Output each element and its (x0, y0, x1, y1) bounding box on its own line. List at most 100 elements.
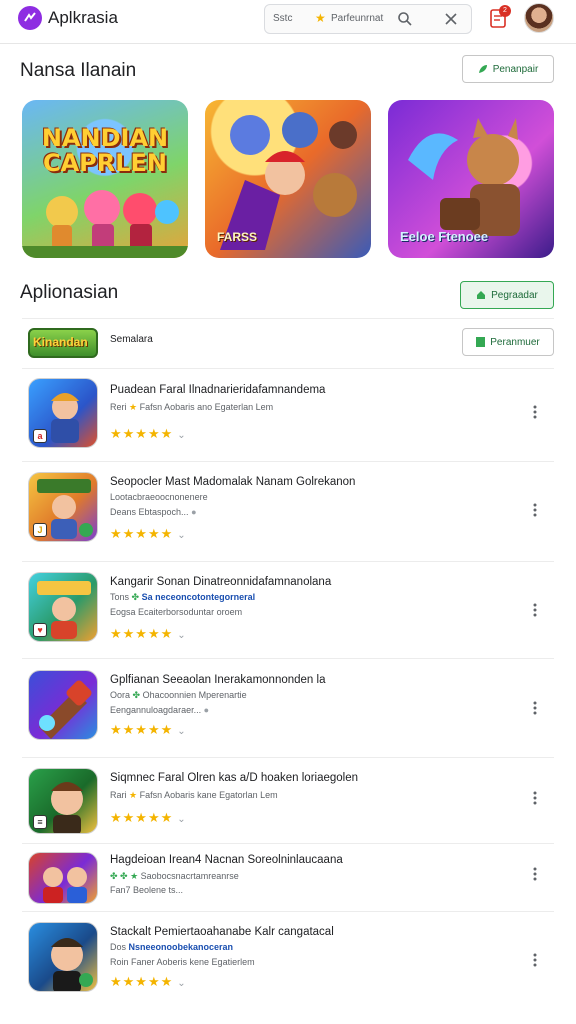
more-options-icon[interactable] (530, 404, 540, 420)
app-list-item[interactable]: Stackalt Pemiertaoahanabe Kalr cangataca… (22, 918, 554, 998)
notification-badge: 2 (499, 5, 511, 17)
search-filter-label[interactable]: Parfeunrnat (331, 13, 383, 24)
app-icon: J (28, 472, 98, 542)
star-icon: ★ (129, 402, 140, 412)
chevron-down-icon: ⌄ (177, 430, 187, 441)
close-icon[interactable] (443, 11, 459, 27)
app-meta: Dos Nsneeonoobekanoceran (110, 942, 233, 952)
app-meta: Reri ★ Fafsn Aobaris ano Egaterlan Lem (110, 402, 273, 413)
rating-stars: ★★★★★ (110, 974, 174, 989)
app-meta-text: Fafsn Aobaris ano Egaterlan Lem (139, 402, 274, 412)
more-options-icon[interactable] (530, 952, 540, 968)
star-icon: ★ (129, 790, 140, 800)
search-icon[interactable] (397, 11, 413, 27)
rating-stars: ★★★★★ (110, 426, 174, 441)
leaf-icon: ✤ (132, 690, 143, 700)
search-bar[interactable]: Sstc ★ Parfeunrnat (264, 4, 472, 34)
app-name: Stackalt Pemiertaoahanabe Kalr cangataca… (110, 926, 334, 938)
divider (22, 461, 554, 462)
chevron-down-icon: ⌄ (177, 630, 187, 641)
app-list-item[interactable]: J Seopocler Mast Madomalak Nanam Golreka… (22, 470, 554, 560)
chevron-down-icon: ⌄ (177, 814, 187, 825)
chevron-down-icon: ⌄ (177, 726, 187, 737)
divider (22, 368, 554, 369)
divider (22, 658, 554, 659)
divider (22, 757, 554, 758)
leaf-icon: ✤ (131, 592, 142, 602)
banner-logo-art: Kinandan (33, 335, 88, 349)
app-meta-prefix: Reri (110, 402, 130, 412)
app-rating: ★★★★★ ⌄ (110, 626, 187, 642)
apps-action-button[interactable]: Pegraadar (460, 281, 554, 309)
leaf-icon: ✤ ✤ ★ (110, 871, 141, 881)
featured-card-3[interactable]: Eeloe Ftenoee (388, 100, 554, 258)
app-icon: ≡ (28, 768, 98, 834)
app-icon: a (28, 378, 98, 448)
app-icon-art (43, 867, 87, 903)
app-meta-prefix: Dos (110, 942, 129, 952)
banner-label: Semalara (110, 334, 153, 345)
divider (22, 911, 554, 912)
rating-stars: ★★★★★ (110, 526, 174, 541)
banner-action-button[interactable]: Peranmuer (462, 328, 554, 356)
rating-stars: ★★★★★ (110, 810, 174, 825)
featured-action-label: Penanpair (492, 63, 539, 75)
app-badge-icon: a (33, 429, 47, 443)
user-avatar[interactable] (524, 3, 554, 33)
featured-card-1-art-title: NANDIAN CAPRLEN (41, 124, 169, 177)
app-icon (28, 922, 98, 992)
check-icon (79, 523, 93, 537)
app-rating: ★★★★★ ⌄ (110, 426, 187, 442)
featured-action-button[interactable]: Penanpair (462, 55, 554, 83)
app-name: Seopocler Mast Madomalak Nanam Golrekano… (110, 476, 356, 488)
search-input[interactable]: Sstc (273, 13, 292, 24)
featured-section-title: Nansa Ilanain (20, 60, 137, 81)
app-list-item[interactable]: a Puadean Faral Ilnadnarieridafamnandema… (22, 376, 554, 462)
app-meta-text: Fafsn Aobaris kane Egatorlan Lem (139, 790, 278, 800)
app-icon (28, 670, 98, 740)
app-meta-text: Nsneeonoobekanoceran (128, 942, 234, 952)
info-icon: ● (203, 705, 210, 715)
banner-logo[interactable]: Kinandan (28, 328, 98, 358)
app-rating: ★★★★★ ⌄ (110, 810, 187, 826)
app-logo-icon[interactable] (18, 6, 42, 30)
app-badge-icon: ♥ (33, 623, 47, 637)
banner-action-label: Peranmuer (490, 336, 540, 348)
top-bar: Aplkrasia Sstc ★ Parfeunrnat 2 (0, 0, 576, 44)
app-meta: ✤ ✤ ★ Saobocsnacrtamreanrse (110, 871, 239, 882)
app-meta-prefix: Oora (110, 690, 133, 700)
app-meta-secondary: Deans Ebtaspoch... ● (110, 507, 197, 517)
app-name: Gplfianan Seeaolan Inerakamonnonden la (110, 674, 326, 686)
app-list-item[interactable]: ♥ Kangarir Sonan Dinatreonnidafamnanolan… (22, 570, 554, 658)
app-list-item[interactable]: Gplfianan Seeaolan Inerakamonnonden la O… (22, 666, 554, 756)
app-name: Puadean Faral Ilnadnarieridafamnandema (110, 384, 326, 396)
app-name: Kangarir Sonan Dinatreonnidafamnanolana (110, 576, 332, 588)
app-list-item[interactable]: Hagdeioan Irean4 Nacnan Soreolninlaucaan… (22, 850, 554, 910)
app-meta-secondary: Fan7 Beolene ts... (110, 885, 183, 895)
more-options-icon[interactable] (530, 502, 540, 518)
app-rating: ★★★★★ ⌄ (110, 526, 187, 542)
app-meta-secondary: Roin Faner Aoberis kene Egatierlem (110, 957, 255, 967)
more-options-icon[interactable] (530, 700, 540, 716)
more-options-icon[interactable] (530, 602, 540, 618)
featured-card-1[interactable]: NANDIAN CAPRLEN (22, 100, 188, 258)
app-list-item[interactable]: ≡ Siqmnec Faral Olren kas a/D hoaken lor… (22, 764, 554, 844)
leaf-icon (478, 65, 487, 73)
app-name: Siqmnec Faral Olren kas a/D hoaken loria… (110, 772, 359, 784)
more-options-icon[interactable] (530, 790, 540, 806)
apps-action-label: Pegraadar (491, 289, 538, 301)
more-options-icon[interactable] (530, 866, 540, 882)
rating-stars: ★★★★★ (110, 626, 174, 641)
app-meta: Lootacbraeoocnonenere (110, 492, 208, 502)
star-icon: ★ (315, 11, 326, 25)
app-title: Aplkrasia (48, 8, 118, 27)
check-icon (79, 973, 93, 987)
app-meta-prefix: Tons (110, 592, 132, 602)
home-icon (477, 291, 486, 299)
app-meta-text: Ohacoonnien Mperenartie (142, 690, 247, 700)
featured-card-2-caption: FARSS (217, 230, 258, 244)
app-meta-text: Lootacbraeoocnonenere (110, 492, 208, 502)
featured-card-2[interactable]: FARSS (205, 100, 371, 258)
divider (22, 318, 554, 319)
app-icon: ♥ (28, 572, 98, 642)
